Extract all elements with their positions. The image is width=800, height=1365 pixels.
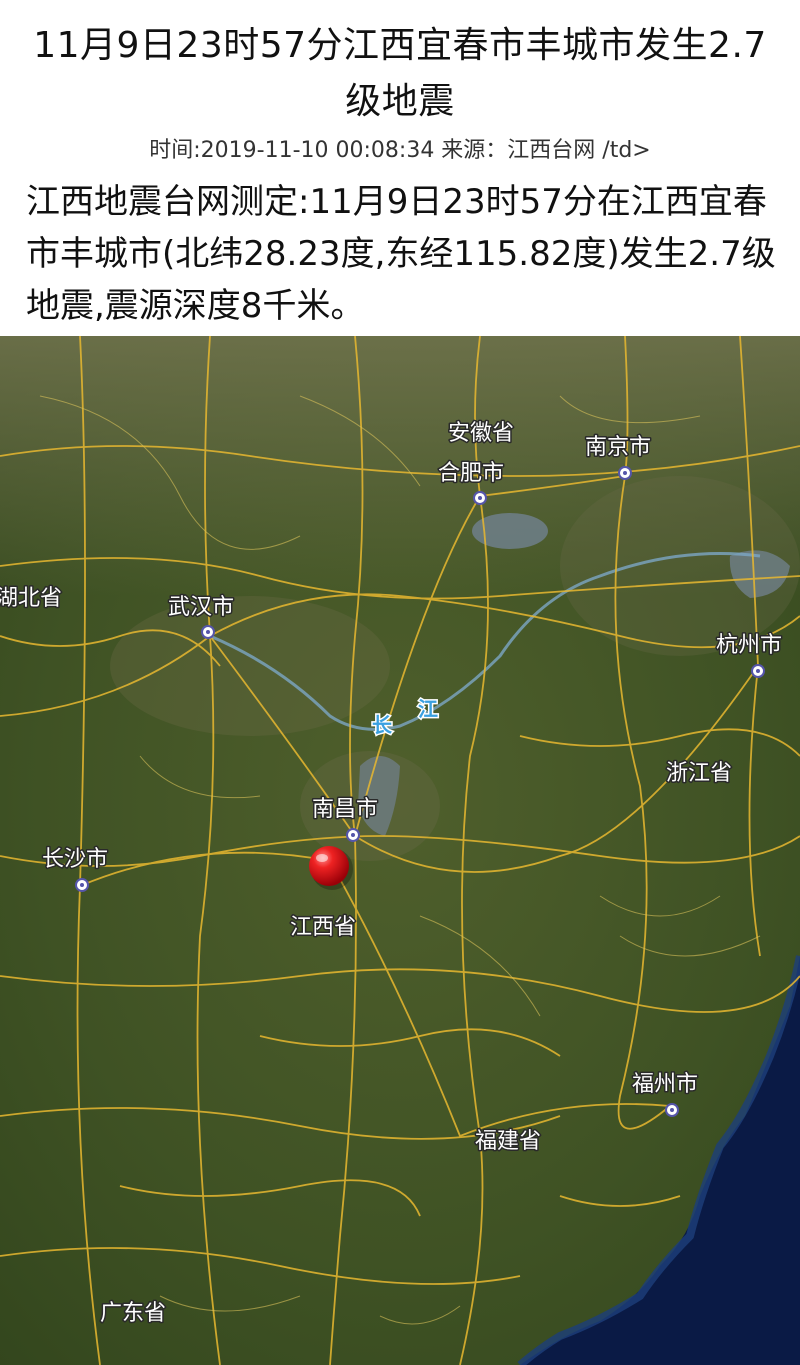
city-marker-hangzhou [751,664,765,678]
city-marker-fuzhou [665,1103,679,1117]
article-title: 11月9日23时57分江西宜春市丰城市发生2.7级地震 [33,25,767,122]
label-hangzhou: 杭州市 [716,633,782,658]
label-jiangxi: 江西省 [290,915,356,940]
city-marker-nanjing [618,466,632,480]
article-body: 江西地震台网测定:11月9日23时57分在江西宜春市丰城市(北纬28.23度,东… [26,182,776,326]
city-marker-nanchang [346,828,360,842]
label-nanjing: 南京市 [585,435,651,460]
label-river-chang: 长 [372,713,393,737]
label-fujian: 福建省 [475,1129,541,1154]
label-hubei: 湖北省 [0,586,62,611]
label-zhejiang: 浙江省 [666,761,732,786]
label-changsha: 长沙市 [42,847,108,872]
label-wuhan: 武汉市 [168,595,234,620]
city-marker-changsha [75,878,89,892]
city-marker-wuhan [201,625,215,639]
city-marker-hefei [473,491,487,505]
label-anhui: 安徽省 [448,421,514,446]
label-river-jiang: 江 [418,697,438,721]
earthquake-map[interactable]: 安徽省 湖北省 浙江省 江西省 福建省 广东省 南京市 合肥市 武汉市 杭州市 … [0,336,800,1365]
label-fuzhou: 福州市 [632,1072,698,1097]
label-nanchang: 南昌市 [312,797,378,822]
label-guangdong: 广东省 [100,1301,166,1326]
label-hefei: 合肥市 [438,461,504,486]
article-header: 11月9日23时57分江西宜春市丰城市发生2.7级地震 时间:2019-11-1… [0,0,800,336]
article-meta: 时间:2019-11-10 00:08:34 来源：江西台网 /td> [149,138,651,163]
